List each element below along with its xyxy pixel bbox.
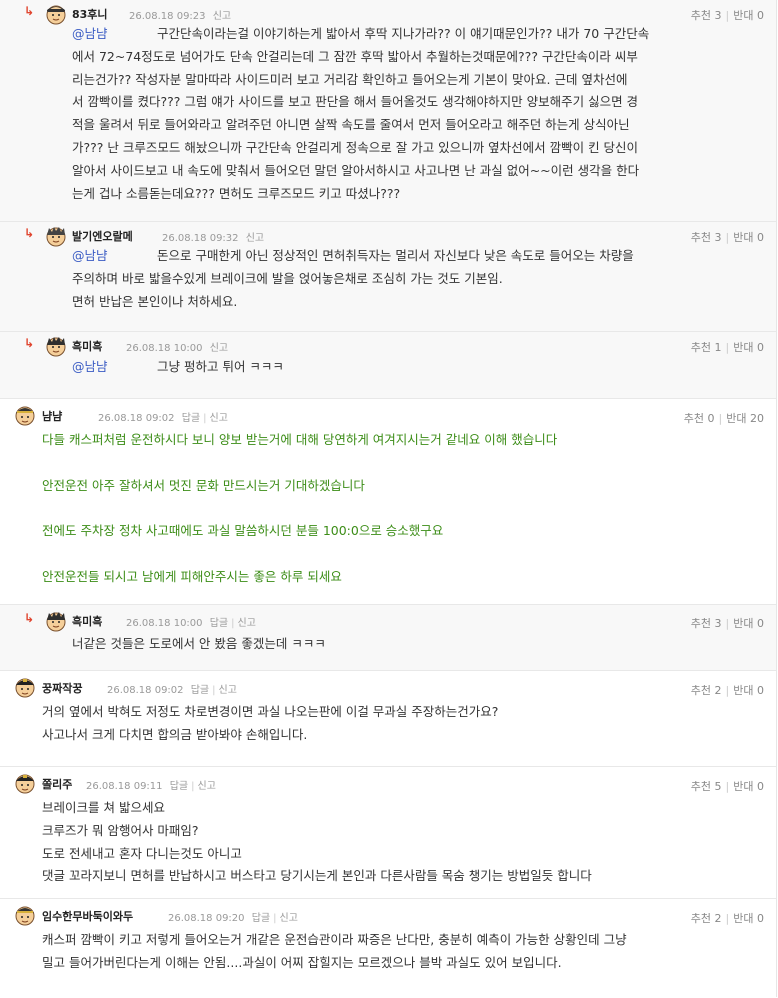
vote-box: 추천 1 | 반대 0 <box>690 341 764 354</box>
avatar <box>15 678 35 698</box>
reply-arrow-icon: ↳ <box>24 611 35 625</box>
comment-item: 꿍짜작꿍 26.08.18 09:02 답글 | 신고 추천 2 | 반대 0 거의 옆… <box>0 671 776 767</box>
mention-link[interactable]: @남냠 <box>72 245 157 268</box>
reply-arrow-icon: ↳ <box>24 4 35 18</box>
recommend-button[interactable]: 추천 1 <box>691 341 722 354</box>
recommend-button[interactable]: 추천 3 <box>691 231 722 244</box>
comment-text: 캐스퍼 깜빡이 키고 저렇게 들어오는거 개같은 운전습관이라 짜증은 난다만,… <box>42 932 627 970</box>
oppose-button[interactable]: 반대 0 <box>733 231 764 244</box>
reply-button[interactable]: 답글 <box>170 781 188 792</box>
report-button[interactable]: 신고 <box>280 913 298 924</box>
comment-date: 26.08.18 09:32 <box>162 233 239 244</box>
author-name[interactable]: 냠냠 <box>42 408 62 424</box>
vote-box: 추천 2 | 반대 0 <box>690 912 764 925</box>
comment-text: 브레이크를 쳐 밟으세요 크루즈가 뭐 암행어사 마패임? 도로 전세내고 혼자… <box>42 800 592 884</box>
comment-meta: 26.08.18 09:11 답글 | 신고 <box>86 781 216 792</box>
oppose-button[interactable]: 반대 0 <box>733 780 764 793</box>
avatar <box>15 774 35 794</box>
comment-meta: 26.08.18 09:02 답글 | 신고 <box>98 413 228 424</box>
comment-text: 그냥 펑하고 튀어 ㅋㅋㅋ <box>157 359 284 374</box>
comment-item: ↳ 흑미흑 26.08.18 10:00 답글 | 신고 추천 3 | 반대 0 너같은… <box>0 605 776 671</box>
author-name[interactable]: 83후니 <box>72 6 108 22</box>
recommend-button[interactable]: 추천 0 <box>684 412 715 425</box>
vote-box: 추천 0 | 반대 20 <box>683 412 764 425</box>
author-name[interactable]: 꿍짜작꿍 <box>42 680 82 696</box>
comment-meta: 26.08.18 10:00 답글 | 신고 <box>126 618 256 629</box>
reply-button[interactable]: 답글 <box>252 913 270 924</box>
comment-text: 너같은 것들은 도로에서 안 봤음 좋겠는데 ㅋㅋㅋ <box>72 636 326 651</box>
comment-date: 26.08.18 10:00 <box>126 343 203 354</box>
report-button[interactable]: 신고 <box>210 343 228 354</box>
oppose-button[interactable]: 반대 20 <box>726 412 764 425</box>
comment-item: ↳ 발기엔오랄메 26.08.18 09:32 신고 추천 3 | 반대 0 @남냠… <box>0 222 776 332</box>
report-button[interactable]: 신고 <box>210 413 228 424</box>
comment-meta: 26.08.18 09:02 답글 | 신고 <box>107 685 237 696</box>
comment-meta: 26.08.18 09:23 신고 <box>129 7 231 22</box>
report-button[interactable]: 신고 <box>213 11 231 22</box>
avatar <box>15 406 35 426</box>
comment-meta: 26.08.18 09:32 신고 <box>162 229 264 244</box>
reply-arrow-icon: ↳ <box>24 226 35 240</box>
comment-body: @남냠 구간단속이라는걸 이야기하는게 밟아서 후딱 지나가라?? 이 얘기때문인… <box>72 23 776 205</box>
mention-link[interactable]: @남냠 <box>72 23 157 46</box>
recommend-button[interactable]: 추천 5 <box>691 780 722 793</box>
comment-text: 돈으로 구매한게 아닌 정상적인 면허취득자는 멀리서 자신보다 낮은 속도로 … <box>72 248 634 309</box>
reply-button[interactable]: 답글 <box>182 413 200 424</box>
avatar <box>46 612 66 632</box>
reply-arrow-icon: ↳ <box>24 336 35 350</box>
report-button[interactable]: 신고 <box>219 685 237 696</box>
oppose-button[interactable]: 반대 0 <box>733 9 764 22</box>
oppose-button[interactable]: 반대 0 <box>733 684 764 697</box>
avatar <box>15 906 35 926</box>
comment-date: 26.08.18 09:11 <box>86 781 163 792</box>
comment-date: 26.08.18 09:02 <box>107 685 184 696</box>
comment-list: ↳ 83후니 26.08.18 09:23 신고 추천 3 | 반대 0 @남냠 구간… <box>0 0 777 997</box>
author-name[interactable]: 발기엔오랄메 <box>72 228 133 244</box>
comment-date: 26.08.18 09:02 <box>98 413 175 424</box>
report-button[interactable]: 신고 <box>238 618 256 629</box>
author-name[interactable]: 임수한무바둑이와두 <box>42 908 133 924</box>
comment-item: 임수한무바둑이와두 26.08.18 09:20 답글 | 신고 추천 2 | 반대 0… <box>0 899 776 997</box>
author-name[interactable]: 쫄리주 <box>42 776 72 792</box>
mention-link[interactable]: @남냠 <box>72 356 157 379</box>
reply-button[interactable]: 답글 <box>191 685 209 696</box>
comment-body: @남냠 그냥 펑하고 튀어 ㅋㅋㅋ <box>72 356 776 379</box>
comment-date: 26.08.18 09:23 <box>129 11 206 22</box>
avatar <box>46 227 66 247</box>
comment-item: 냠냠 26.08.18 09:02 답글 | 신고 추천 0 | 반대 20 다들 캐스… <box>0 399 776 605</box>
oppose-button[interactable]: 반대 0 <box>733 341 764 354</box>
comment-item: 쫄리주 26.08.18 09:11 답글 | 신고 추천 5 | 반대 0 브레이크를… <box>0 767 776 899</box>
comment-body: @남냠 돈으로 구매한게 아닌 정상적인 면허취득자는 멀리서 자신보다 낮은 속… <box>72 245 776 313</box>
comment-date: 26.08.18 10:00 <box>126 618 203 629</box>
reply-button[interactable]: 답글 <box>210 618 228 629</box>
author-name[interactable]: 흑미흑 <box>72 613 102 629</box>
comment-item: ↳ 흑미흑 26.08.18 10:00 신고 추천 1 | 반대 0 @남냠 그냥 … <box>0 332 776 399</box>
avatar <box>46 337 66 357</box>
comment-date: 26.08.18 09:20 <box>168 913 245 924</box>
recommend-button[interactable]: 추천 3 <box>691 617 722 630</box>
avatar <box>46 5 66 25</box>
comment-meta: 26.08.18 10:00 신고 <box>126 339 228 354</box>
vote-box: 추천 3 | 반대 0 <box>690 231 764 244</box>
report-button[interactable]: 신고 <box>198 781 216 792</box>
comment-text: 거의 옆에서 박혀도 저정도 차로변경이면 과실 나오는판에 이걸 무과실 주장… <box>42 704 499 742</box>
recommend-button[interactable]: 추천 2 <box>691 912 722 925</box>
author-name[interactable]: 흑미흑 <box>72 338 102 354</box>
comment-text: 다들 캐스퍼처럼 운전하시다 보니 양보 받는거에 대해 당연하게 여겨지시는거… <box>42 432 558 584</box>
vote-box: 추천 3 | 반대 0 <box>690 9 764 22</box>
vote-box: 추천 5 | 반대 0 <box>690 780 764 793</box>
oppose-button[interactable]: 반대 0 <box>733 912 764 925</box>
report-button[interactable]: 신고 <box>246 233 264 244</box>
oppose-button[interactable]: 반대 0 <box>733 617 764 630</box>
comment-item: ↳ 83후니 26.08.18 09:23 신고 추천 3 | 반대 0 @남냠 구간… <box>0 0 776 222</box>
comment-meta: 26.08.18 09:20 답글 | 신고 <box>168 913 298 924</box>
recommend-button[interactable]: 추천 3 <box>691 9 722 22</box>
vote-box: 추천 2 | 반대 0 <box>690 684 764 697</box>
recommend-button[interactable]: 추천 2 <box>691 684 722 697</box>
comment-text: 구간단속이라는걸 이야기하는게 밟아서 후딱 지나가라?? 이 얘기때문인가??… <box>72 26 650 201</box>
vote-box: 추천 3 | 반대 0 <box>690 617 764 630</box>
